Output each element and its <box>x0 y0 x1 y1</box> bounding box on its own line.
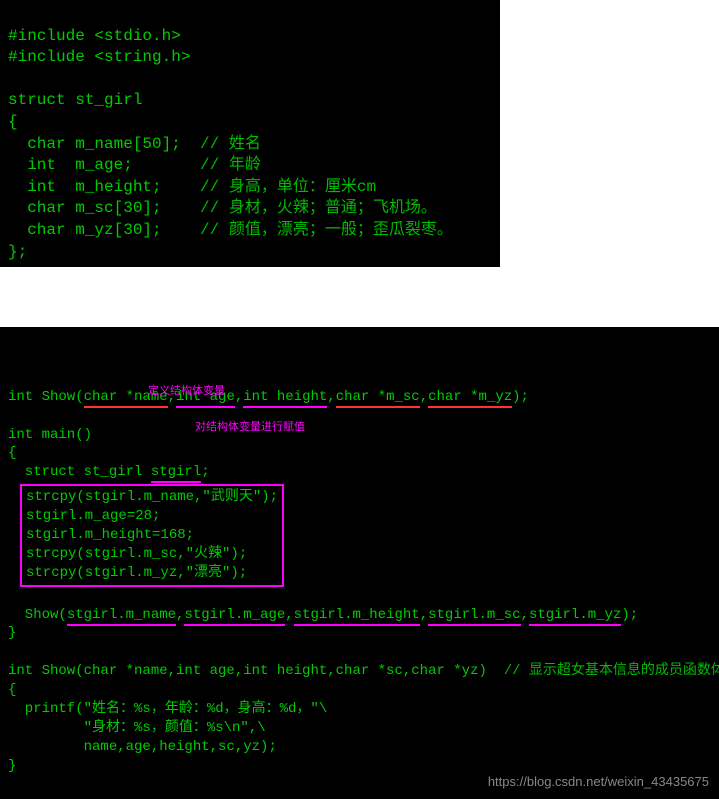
code-fragment: , <box>420 607 428 623</box>
code-line: }; <box>8 243 27 261</box>
code-line: name,age,height,sc,yz); <box>8 739 277 755</box>
code-fragment: ); <box>512 389 529 405</box>
code-line: printf("姓名：%s，年龄：%d，身高：%d，"\ <box>8 701 327 717</box>
code-line: { <box>8 682 16 698</box>
code-comment: // 显示超女基本信息的成员函数体 <box>504 663 719 679</box>
arg-name: stgirl.m_name <box>67 607 176 626</box>
code-fragment: , <box>235 389 243 405</box>
code-line: char m_yz[30]; <box>8 221 200 239</box>
code-fragment: , <box>327 389 335 405</box>
arg-height: stgirl.m_height <box>294 607 420 626</box>
code-comment: // 颜值，漂亮；一般；歪瓜裂枣。 <box>200 221 453 239</box>
code-fragment: int Show( <box>8 389 84 405</box>
code-line: } <box>8 625 16 641</box>
watermark-text: https://blog.csdn.net/weixin_43435675 <box>488 773 709 791</box>
code-block-main-function: 定义结构体变量 对结构体变量进行赋值 int Show(char *name,i… <box>0 327 719 798</box>
code-line: stgirl.m_height=168; <box>26 527 194 543</box>
code-comment: // 姓名 <box>200 135 261 153</box>
code-fragment: , <box>521 607 529 623</box>
code-line: int m_height; <box>8 178 200 196</box>
code-line: { <box>8 445 16 461</box>
code-line: } <box>8 758 16 774</box>
code-line: char m_name[50]; <box>8 135 200 153</box>
highlighted-assignment-box: strcpy(stgirl.m_name,"武则天"); stgirl.m_ag… <box>20 484 284 586</box>
param-char-myz: char *m_yz <box>428 389 512 408</box>
code-fragment: struct st_girl <box>8 464 151 480</box>
code-fragment: Show( <box>8 607 67 623</box>
code-line: stgirl.m_age=28; <box>26 508 160 524</box>
code-fragment: , <box>285 607 293 623</box>
param-int-height: int height <box>243 389 327 408</box>
code-fragment: ); <box>621 607 638 623</box>
code-line: struct st_girl <box>8 91 142 109</box>
code-fragment: int Show(char *name,int age,int height,c… <box>8 663 504 679</box>
code-line: strcpy(stgirl.m_sc,"火辣"); <box>26 546 247 562</box>
code-line: int m_age; <box>8 156 200 174</box>
code-line: char m_sc[30]; <box>8 199 200 217</box>
code-comment: // 身材，火辣；普通；飞机场。 <box>200 199 437 217</box>
param-char-msc: char *m_sc <box>336 389 420 408</box>
arg-age: stgirl.m_age <box>184 607 285 626</box>
code-comment: // 身高，单位：厘米cm <box>200 178 376 196</box>
code-line: int main() <box>8 427 92 443</box>
annotation-label: 定义结构体变量 <box>148 385 225 400</box>
code-line: strcpy(stgirl.m_yz,"漂亮"); <box>26 565 247 581</box>
annotation-label: 对结构体变量进行赋值 <box>195 421 305 436</box>
code-fragment: , <box>420 389 428 405</box>
code-comment: // 年龄 <box>200 156 261 174</box>
var-stgirl: stgirl <box>151 464 201 483</box>
code-line: "身材：%s，颜值：%s\n",\ <box>8 720 266 736</box>
arg-yz: stgirl.m_yz <box>529 607 621 626</box>
code-block-struct-definition: #include <stdio.h> #include <string.h> s… <box>0 0 500 267</box>
code-line: #include <stdio.h> <box>8 27 181 45</box>
code-line: { <box>8 113 18 131</box>
code-line: #include <string.h> <box>8 48 190 66</box>
arg-sc: stgirl.m_sc <box>428 607 520 626</box>
code-fragment: ; <box>201 464 209 480</box>
code-line: strcpy(stgirl.m_name,"武则天"); <box>26 489 278 505</box>
